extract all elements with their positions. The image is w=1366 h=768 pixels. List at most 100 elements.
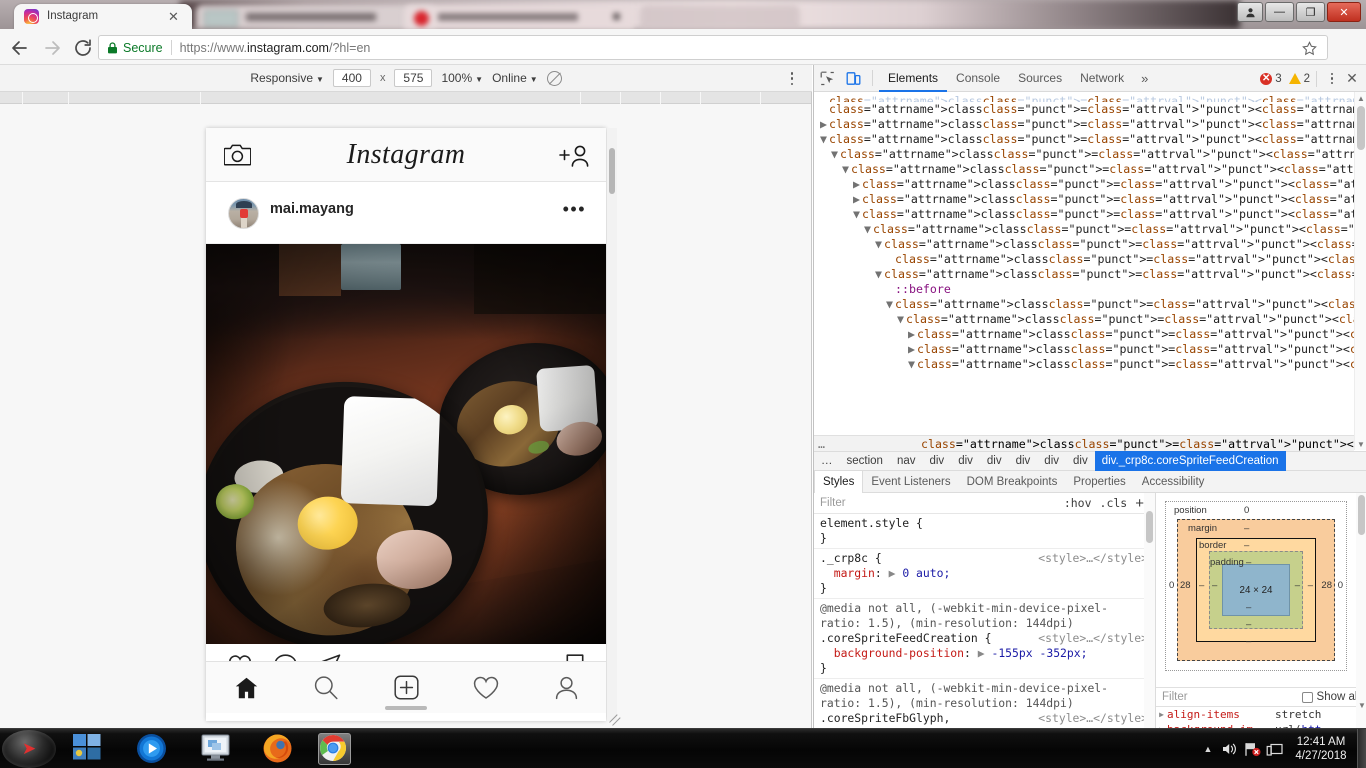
computed-property-row[interactable]: ▶ align-items stretch [1156,707,1366,722]
breadcrumb-item[interactable]: … [814,451,840,471]
taskbar-windows-explorer[interactable] [72,733,105,765]
dom-node-line[interactable]: ▼ class="attrname">classclass="punct">=cl… [814,207,1366,222]
taskbar-firefox[interactable] [262,733,295,765]
inspect-icon[interactable] [814,65,840,92]
show-all-toggle[interactable]: Show all [1301,691,1360,703]
tabbar-new-post[interactable] [366,675,446,700]
devtools-kebab-icon[interactable] [1323,65,1341,92]
device-toolbar-kebab-icon[interactable] [786,72,798,85]
bookmark-star-icon[interactable] [1302,41,1317,56]
css-rule[interactable]: @media not all, (-webkit-min-device-pixe… [814,599,1154,679]
avatar[interactable] [228,198,259,229]
styles-pane-scrollbar-thumb[interactable] [1146,511,1153,543]
window-close-button[interactable]: ✕ [1327,2,1361,22]
devtools-tab-elements[interactable]: Elements [879,65,947,92]
device-width-input[interactable]: 400 [332,69,371,87]
more-tabs-icon[interactable]: » [1133,71,1156,86]
taskbar-media-player[interactable] [136,733,169,765]
dom-node-line[interactable]: ▶ class="attrname">classclass="punct">=cl… [814,342,1366,357]
tabbar-search[interactable] [286,675,366,700]
styles-subtab[interactable]: Styles [814,470,864,493]
dom-node-line[interactable]: ▶ class="attrname">classclass="punct">=cl… [814,192,1366,207]
styles-subtab[interactable]: Accessibility [1134,471,1213,493]
reload-icon[interactable] [72,37,94,59]
network-error-icon[interactable] [1241,729,1263,768]
no-throttle-icon[interactable] [546,70,562,86]
hov-toggle[interactable]: :hov [1064,496,1092,510]
show-all-checkbox[interactable] [1301,691,1313,703]
device-height-input[interactable]: 575 [394,69,433,87]
styles-subtab[interactable]: DOM Breakpoints [959,471,1066,493]
background-tab-2-close[interactable] [613,13,620,20]
styles-subtab[interactable]: Event Listeners [863,471,958,493]
network-throttle-select[interactable]: Online ▼ [492,71,538,85]
dom-node-line[interactable]: ▼ class="attrname">classclass="punct">=cl… [814,162,1366,177]
breadcrumb-item[interactable]: nav [890,451,923,471]
dom-node-line[interactable]: ▶ class="attrname">classclass="punct">=cl… [814,117,1366,132]
post-more-options-icon[interactable]: ••• [563,200,586,218]
devtools-tab-sources[interactable]: Sources [1009,65,1071,92]
volume-icon[interactable] [1219,729,1241,768]
taskbar-remote-desktop[interactable] [200,733,233,765]
dom-node-line[interactable]: class="attrname">classclass="punct">=cla… [814,102,1366,117]
background-tab-3[interactable] [640,5,800,29]
dom-node-line[interactable]: ▼ class="attrname">classclass="punct">=cl… [814,312,1366,327]
css-rule[interactable]: <style>…</style> ._crp8c { margin: ▶ 0 au… [814,549,1154,599]
styles-subtab[interactable]: Properties [1065,471,1133,493]
styles-pane-scrollbar[interactable] [1144,493,1155,728]
back-icon[interactable] [9,37,31,59]
dom-node-line[interactable]: ▼ class="attrname">classclass="punct">=cl… [814,267,1366,282]
styles-pane[interactable]: Filter :hov .cls + element.style { } <sty… [814,493,1154,728]
background-tab-2[interactable] [404,5,634,29]
devtools-tab-console[interactable]: Console [947,65,1009,92]
dom-tree[interactable]: class="attrname">classclass="punct">=cla… [814,92,1366,450]
dom-node-line[interactable]: class="attrname">classclass="punct">=cla… [814,252,1366,267]
dom-node-line[interactable]: ▼ class="attrname">classclass="punct">=cl… [814,222,1366,237]
zoom-select[interactable]: 100% ▼ [441,71,483,85]
breadcrumb-item[interactable]: div [1037,451,1066,471]
dom-node-line[interactable]: ▼ class="attrname">classclass="punct">=cl… [814,297,1366,312]
background-tab-1[interactable] [196,5,436,29]
dom-node-line[interactable]: class="attrname">classclass="punct">=cla… [814,94,1366,102]
scroll-up-icon[interactable]: ▲ [1357,94,1365,103]
breadcrumb-item[interactable]: div [951,451,980,471]
show-desktop-button[interactable] [1357,729,1366,768]
dom-tree-scrollbar[interactable]: ▲ ▼ [1354,92,1366,450]
forward-icon[interactable] [41,37,63,59]
dom-node-line[interactable]: ▼ class="attrname">classclass="punct">=cl… [814,237,1366,252]
computed-pane-scrollbar[interactable]: ▼ [1356,493,1366,728]
taskbar-chrome[interactable] [318,733,351,765]
dom-node-line[interactable]: ▼ class="attrname">classclass="punct">=cl… [814,132,1366,147]
breadcrumb-item[interactable]: div [980,451,1009,471]
devtools-close-icon[interactable]: ✕ [1341,65,1363,92]
dom-node-line[interactable]: ▶ class="attrname">classclass="punct">=cl… [814,327,1366,342]
dom-node-line[interactable]: ▶ class="attrname">classclass="punct">=cl… [814,177,1366,192]
device-select[interactable]: Responsive ▼ [250,71,324,85]
breadcrumb-item[interactable]: section [840,451,890,471]
breadcrumb-item[interactable]: div [1009,451,1038,471]
user-profile-button[interactable] [1237,2,1263,22]
dom-tree-scrollbar-thumb[interactable] [1357,106,1365,150]
dom-node-line[interactable]: ▼ class="attrname">classclass="punct">=cl… [814,147,1366,162]
post-image[interactable] [206,244,606,644]
dom-node-line[interactable]: ::before [814,282,1366,297]
tabbar-activity[interactable] [446,676,526,700]
computed-pane-scrollbar-thumb[interactable] [1358,495,1365,535]
tabbar-profile[interactable] [526,675,606,700]
taskbar-clock[interactable]: 12:41 AM 4/27/2018 [1285,735,1357,763]
maximize-button[interactable]: ❐ [1296,2,1325,22]
active-tab-instagram[interactable]: Instagram ✕ [14,4,192,29]
cls-toggle[interactable]: .cls [1100,496,1128,510]
error-count-badge[interactable]: ✕ 3 [1260,72,1282,85]
styles-filter-input[interactable]: Filter [820,497,1064,509]
address-bar[interactable]: Secure https://www.instagram.com/?hl=en [98,35,1328,60]
css-rule[interactable]: element.style { } [814,514,1154,549]
scroll-down-icon[interactable]: ▼ [1358,701,1366,710]
show-hidden-icons[interactable]: ▲ [1197,729,1219,768]
post-username[interactable]: mai.mayang [270,201,354,217]
viewport-resize-grip[interactable] [608,709,622,726]
page-scrollbar[interactable] [607,128,617,721]
computed-filter-input[interactable]: Filter [1162,691,1302,703]
scroll-down-icon[interactable]: ▼ [1357,440,1365,449]
breadcrumb-item[interactable]: div [922,451,951,471]
